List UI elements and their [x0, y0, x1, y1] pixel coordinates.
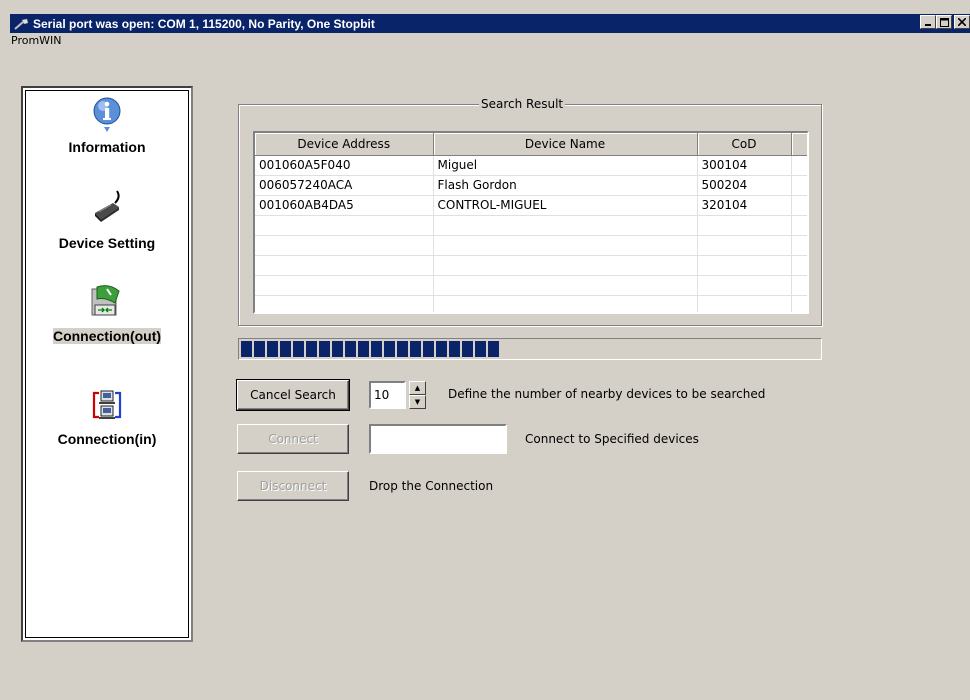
- window-title: Serial port was open: COM 1, 115200, No …: [33, 16, 375, 31]
- cell-device-name: Miguel: [433, 155, 698, 176]
- cell-device-address: 006057240ACA: [255, 175, 434, 196]
- minimize-icon: [925, 24, 931, 26]
- nav-label-connection-out: Connection(out): [52, 328, 162, 344]
- spin-up-button[interactable]: ▲: [409, 381, 426, 395]
- connect-description: Connect to Specified devices: [525, 432, 699, 446]
- nav-item-information[interactable]: Information: [26, 95, 188, 165]
- nav-label-device-setting: Device Setting: [58, 235, 156, 251]
- title-bar[interactable]: Serial port was open: COM 1, 115200, No …: [10, 14, 970, 33]
- column-header-filler: [791, 133, 807, 156]
- progress-block: [345, 341, 356, 357]
- minimize-button[interactable]: [920, 15, 936, 29]
- progress-block: [436, 341, 447, 357]
- connect-button[interactable]: Connect: [237, 424, 349, 454]
- search-progress-bar: [238, 338, 822, 360]
- device-count-description: Define the number of nearby devices to b…: [448, 387, 766, 401]
- progress-block: [423, 341, 434, 357]
- menu-promwin[interactable]: PromWIN: [10, 34, 62, 52]
- spin-down-button[interactable]: ▼: [409, 395, 426, 409]
- maximize-icon: [939, 17, 949, 27]
- progress-block: [319, 341, 330, 357]
- column-header-cod[interactable]: CoD: [697, 133, 792, 156]
- info-icon: [93, 97, 121, 132]
- table-row[interactable]: 006057240ACA Flash Gordon 500204: [255, 175, 807, 196]
- search-result-group: Search Result Device Address Device Name…: [238, 97, 822, 326]
- progress-block: [358, 341, 369, 357]
- cell-device-address: 001060AB4DA5: [255, 195, 434, 216]
- close-button[interactable]: [954, 15, 970, 29]
- table-row-empty: [255, 215, 807, 236]
- connect-target-input[interactable]: [369, 424, 507, 454]
- cancel-search-button[interactable]: Cancel Search: [236, 379, 350, 411]
- table-row[interactable]: 001060A5F040 Miguel 300104: [255, 155, 807, 176]
- device-table[interactable]: Device Address Device Name CoD 001060A5F…: [253, 131, 809, 314]
- column-header-device-name[interactable]: Device Name: [433, 133, 698, 156]
- nav-item-device-setting[interactable]: Device Setting: [26, 189, 188, 259]
- progress-block: [254, 341, 265, 357]
- progress-block: [410, 341, 421, 357]
- progress-block: [241, 341, 252, 357]
- serial-device-icon: [95, 190, 120, 222]
- progress-block: [384, 341, 395, 357]
- progress-block: [397, 341, 408, 357]
- cell-cod: 300104: [697, 155, 792, 176]
- progress-block: [280, 341, 291, 357]
- triangle-up-icon: ▲: [414, 384, 421, 392]
- cell-cod: 320104: [697, 195, 792, 216]
- table-row-empty: [255, 275, 807, 296]
- column-header-device-address[interactable]: Device Address: [255, 133, 434, 156]
- progress-block: [462, 341, 473, 357]
- progress-block: [332, 341, 343, 357]
- triangle-down-icon: ▼: [414, 398, 421, 406]
- search-result-title: Search Result: [479, 97, 566, 111]
- table-row[interactable]: 001060AB4DA5 CONTROL-MIGUEL 320104: [255, 195, 807, 216]
- connection-in-icon: [92, 390, 122, 419]
- progress-block: [449, 341, 460, 357]
- table-row-empty: [255, 255, 807, 276]
- disconnect-button[interactable]: Disconnect: [237, 471, 349, 501]
- connection-out-icon: [91, 285, 120, 316]
- disconnect-description: Drop the Connection: [369, 479, 494, 493]
- close-icon: [958, 18, 966, 26]
- table-row-empty: [255, 235, 807, 256]
- progress-block: [371, 341, 382, 357]
- nav-item-connection-out[interactable]: Connection(out): [26, 283, 188, 353]
- nav-item-connection-in[interactable]: Connection(in): [26, 389, 188, 459]
- progress-block: [306, 341, 317, 357]
- cell-device-address: 001060A5F040: [255, 155, 434, 176]
- progress-block: [293, 341, 304, 357]
- device-count-input[interactable]: 10: [369, 381, 406, 409]
- cell-device-name: Flash Gordon: [433, 175, 698, 196]
- device-count-spinner[interactable]: ▲ ▼: [409, 381, 426, 409]
- table-row-empty: [255, 295, 807, 312]
- window-controls: [920, 15, 970, 29]
- nav-label-information: Information: [68, 139, 146, 155]
- progress-block: [267, 341, 278, 357]
- cell-device-name: CONTROL-MIGUEL: [433, 195, 698, 216]
- progress-fill: [241, 341, 819, 357]
- progress-block: [475, 341, 486, 357]
- plug-app-icon: [14, 18, 29, 30]
- progress-block: [488, 341, 499, 357]
- nav-label-connection-in: Connection(in): [57, 431, 157, 447]
- cell-cod: 500204: [697, 175, 792, 196]
- nav-panel: Information Device Setting Connection(ou…: [21, 86, 193, 642]
- maximize-button[interactable]: [936, 15, 952, 29]
